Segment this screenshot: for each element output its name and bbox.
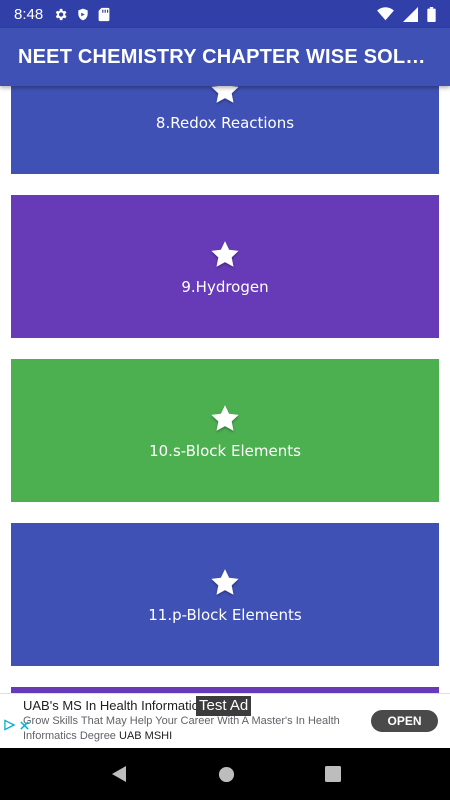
ad-test-label: Test Ad	[196, 696, 252, 716]
status-time: 8:48	[14, 5, 44, 23]
signal-icon	[403, 6, 418, 22]
wifi-icon	[377, 7, 394, 21]
chapter-card[interactable]: 11.p-Block Elements	[11, 523, 439, 666]
navigation-bar	[0, 748, 450, 800]
ad-description[interactable]: Grow Skills That May Help Your Career Wi…	[23, 714, 353, 744]
chapter-card-label: 10.s-Block Elements	[149, 441, 301, 460]
star-icon	[208, 86, 242, 108]
chapter-card[interactable]: 9.Hydrogen	[11, 195, 439, 338]
status-notification-icons	[53, 7, 110, 22]
gear-icon	[55, 8, 67, 20]
ad-banner[interactable]: UAB's MS In Health Informatics Test Ad G…	[0, 693, 450, 748]
chapter-card[interactable]: 10.s-Block Elements	[11, 359, 439, 502]
recents-icon[interactable]	[324, 766, 341, 782]
app-bar: NEET CHEMISTRY CHAPTER WISE SOLUTIONS	[0, 28, 450, 86]
sd-card-icon	[98, 7, 110, 21]
home-icon[interactable]	[218, 766, 235, 783]
status-system-icons	[377, 6, 436, 22]
ad-description-text: Grow Skills That May Help Your Career Wi…	[23, 715, 340, 742]
ad-open-button[interactable]: OPEN	[371, 710, 438, 732]
ad-choices[interactable]	[4, 714, 30, 736]
star-icon	[208, 402, 242, 436]
app-title: NEET CHEMISTRY CHAPTER WISE SOLUTIONS	[18, 45, 432, 68]
chapter-card-label: 11.p-Block Elements	[148, 605, 302, 624]
status-bar: 8:48	[0, 0, 450, 28]
battery-icon	[427, 6, 436, 22]
ad-play-icon[interactable]	[4, 719, 16, 731]
chapter-list[interactable]: 8.Redox Reactions 9.Hydrogen 10.s-Block El…	[0, 86, 450, 693]
star-icon	[208, 566, 242, 600]
ad-close-icon[interactable]	[19, 720, 30, 731]
ad-title[interactable]: UAB's MS In Health Informatics	[23, 698, 198, 713]
app-screen: 8:48 NEET CHEMISTRY CHAPTER WISE SOLUTIO…	[0, 0, 450, 800]
star-icon	[208, 238, 242, 272]
back-icon[interactable]	[110, 765, 128, 783]
ad-advertiser: UAB MSHI	[119, 730, 173, 742]
chapter-card[interactable]: 8.Redox Reactions	[11, 86, 439, 174]
shield-icon	[78, 8, 88, 20]
chapter-card-label: 9.Hydrogen	[181, 277, 269, 296]
chapter-card-label: 8.Redox Reactions	[155, 113, 295, 132]
